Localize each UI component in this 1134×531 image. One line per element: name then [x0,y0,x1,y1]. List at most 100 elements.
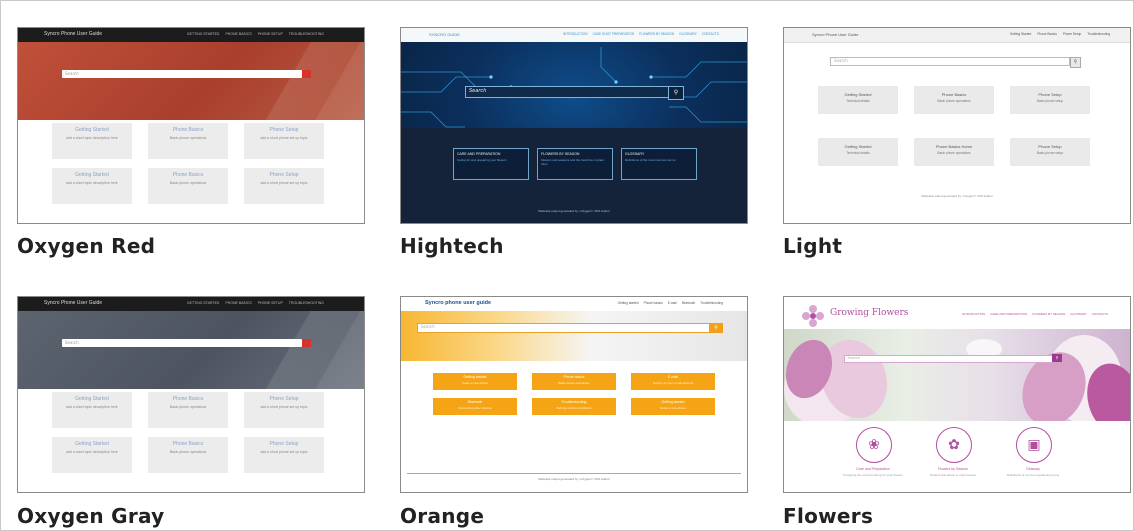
site-menu: GETTING STARTED PHONE BASICS PHONE SETUP… [187,301,324,305]
site-title: Syncro Phone User Guide [812,32,859,37]
tile-desc: Definitions of common gardening terms [1006,473,1060,477]
site-header: Syncro Phone User Guide GETTING STARTED … [18,297,364,311]
menu-item: Phone basics [643,301,663,305]
theme-thumbnail[interactable]: SYNCRO GUIDE INTRODUCTION CASE SHOT PREP… [400,27,748,224]
site-footer: WebHelp output generated by <oXygen/> XM… [538,209,610,213]
tile-desc: Flowers and seasons and the best time to… [541,158,604,166]
search-input: Search [465,86,671,98]
flower-logo-icon [802,305,824,327]
menu-item: Phone Basics [1037,32,1057,36]
theme-thumbnail[interactable]: Syncro Phone User Guide Getting Started … [783,27,1131,224]
tile-title: CARE AND PREPARATION [457,152,501,156]
topic-tile: Getting Started Technical details [818,86,898,114]
menu-item: GETTING STARTED [186,301,220,305]
footer-divider [407,473,741,474]
tile-title: Glossary [1026,467,1040,471]
tile-desc: Definitions of the most common terms [625,158,676,162]
search-icon: ⚲ [1070,57,1081,68]
topic-tile: Phone Setup add a short phone set up topi… [244,437,324,473]
topic-tile: Getting started Setup a new phone [433,373,517,390]
tile-desc: Technical details [846,151,870,155]
site-header: Syncro Phone User Guide Getting Started … [784,28,1130,43]
menu-item: TROUBLESHOOTING [288,301,324,305]
site-header: Syncro Phone User Guide GETTING STARTED … [18,28,364,42]
tile-desc: Basic phone operations [169,181,207,185]
tile-desc: Setup a new phone [660,406,686,410]
tile-title: Care and Preparation [856,467,890,471]
tile-desc: add a short topic description here [66,136,118,140]
topic-tile: Getting started Setup a new phone [631,398,715,415]
topic-tile: Phone Basics Basic phone operations [148,392,228,428]
site-footer: WebHelp output generated by <oXygen/> XM… [538,477,610,481]
site-header: SYNCRO GUIDE INTRODUCTION CASE SHOT PREP… [401,28,747,42]
tile-desc: Basic phone operations [937,99,971,103]
theme-caption[interactable]: Oxygen Red [17,234,155,258]
menu-item: INTRODUCTION [563,32,588,36]
menu-item: Troubleshooting [700,301,723,305]
tile-title: Getting started [463,375,487,379]
menu-item: Getting Started [1009,32,1032,36]
magnolia-image [784,335,1130,421]
search-button [302,339,311,347]
topic-tile: Phone Setup Basic phone setup [1010,138,1090,166]
topic-tile: E-mail Setting up your e-mail account [631,373,715,390]
menu-item: GLOSSARY [679,32,697,36]
topic-tile: FLOWERS BY SEASON Flowers and seasons and… [537,148,613,180]
search-placeholder: Search [65,71,79,76]
menu-item: FLOWERS BY SEASON [639,32,675,36]
tile-desc: Connecting other devices [458,406,492,410]
theme-caption[interactable]: Orange [400,504,484,528]
site-title: Syncro phone user guide [425,300,492,306]
book-icon: ▣ [1016,427,1052,463]
site-menu: INTRODUCTION CARE AND PREPARATION FLOWER… [962,312,1108,316]
tile-title: Phone Basics [172,396,204,402]
topic-tile: Phone Setup Basic phone setup [1010,86,1090,114]
theme-caption[interactable]: Oxygen Gray [17,504,165,528]
tile-title: Phone Basics [172,172,204,178]
topic-tile: Phone Setup add a short phone set up topi… [244,168,324,204]
menu-item: INTRODUCTION [962,312,986,316]
menu-item: CONTACTS [701,32,719,36]
tile-desc: add a short phone set up topic [260,405,308,409]
theme-thumbnail[interactable]: Syncro phone user guide Getting started … [400,296,748,493]
site-title: Syncro Phone User Guide [44,31,103,37]
site-menu: INTRODUCTION CASE SHOT PREPARATION FLOWE… [563,32,719,36]
tile-desc: Setting up your e-mail account [652,381,694,385]
search-input: Search [417,323,711,333]
tile-title: Getting Started [75,441,109,447]
menu-item: Phone Setup [1062,32,1082,36]
tile-title: Getting Started [844,144,872,149]
tile-title: Phone Setup [1038,92,1062,97]
menu-item: PHONE BASICS [225,301,252,305]
menu-item: CONTACTS [1091,312,1108,316]
theme-caption[interactable]: Flowers [783,504,873,528]
search-placeholder: Search [469,88,487,94]
theme-caption[interactable]: Light [783,234,842,258]
tile-title: Phone Basics [172,441,204,447]
topic-tile: GLOSSARY Definitions of the most common t… [621,148,697,180]
menu-item: TROUBLESHOOTING [288,32,324,36]
tile-title: Phone basics [563,375,585,379]
theme-thumbnail[interactable]: Growing Flowers INTRODUCTION CARE AND PR… [783,296,1131,493]
topic-tile: Phone Basics Basic phone operations [148,437,228,473]
tile-desc: add a short topic description here [66,405,118,409]
search-placeholder: Search [834,58,848,63]
site-title: Syncro Phone User Guide [44,300,103,306]
tile-desc: Basic phone operations [169,450,207,454]
theme-thumbnail[interactable]: Syncro Phone User Guide GETTING STARTED … [17,296,365,493]
theme-thumbnail[interactable]: Syncro Phone User Guide GETTING STARTED … [17,27,365,224]
menu-item: PHONE SETUP [257,32,283,36]
topic-tile: Getting Started add a short topic descrip… [52,123,132,159]
search-placeholder: Search [65,340,79,345]
site-title: Growing Flowers [830,308,909,318]
tile-desc: Basic phone setup [1036,151,1064,155]
site-menu: Getting Started Phone Basics Phone Setup… [1010,32,1110,36]
tile-desc: Basic phone operations [937,151,971,155]
theme-caption[interactable]: Hightech [400,234,504,258]
tile-title: Phone Setup [269,127,299,133]
bouquet-icon: ✿ [936,427,972,463]
tile-desc: Basic phone operations [169,136,207,140]
tile-title: E-mail [668,375,678,379]
hero-flower-photo [784,329,1130,421]
search-icon: ⚲ [709,323,723,333]
